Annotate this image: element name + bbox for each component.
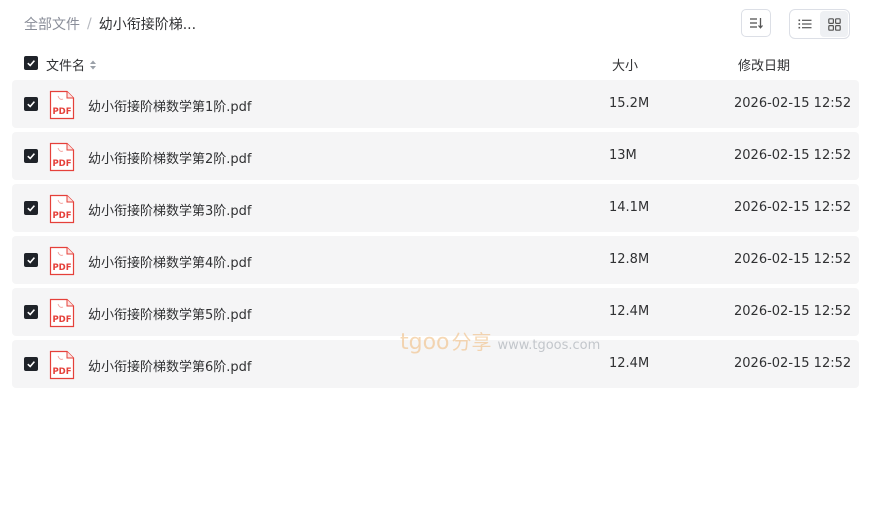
select-all-checkbox[interactable] <box>24 56 38 70</box>
file-modified-date: 2026-02-15 12:52 <box>734 252 852 267</box>
table-row[interactable]: PDF 幼小衔接阶梯数学第4阶.pdf 12.8M 2026-02-15 12:52 <box>12 236 859 284</box>
pdf-icon-label: PDF <box>52 315 71 325</box>
file-name[interactable]: 幼小衔接阶梯数学第1阶.pdf <box>88 96 251 115</box>
pdf-icon: PDF <box>49 350 75 380</box>
pdf-icon-label: PDF <box>52 211 71 221</box>
file-modified-date: 2026-02-15 12:52 <box>734 304 852 319</box>
pdf-icon: PDF <box>49 142 75 172</box>
sort-button[interactable] <box>741 9 771 37</box>
row-checkbox[interactable] <box>24 357 38 371</box>
file-size: 12.4M <box>609 304 650 319</box>
breadcrumb-current-folder: 幼小衔接阶梯... <box>98 17 197 33</box>
breadcrumb-separator: / <box>87 16 92 32</box>
breadcrumb-root-link[interactable]: 全部文件 <box>24 14 80 34</box>
pdf-icon: PDF <box>49 246 75 276</box>
table-row[interactable]: PDF 幼小衔接阶梯数学第3阶.pdf 14.1M 2026-02-15 12:52 <box>12 184 859 232</box>
row-checkbox[interactable] <box>24 201 38 215</box>
file-size: 13M <box>609 148 637 163</box>
list-view-button[interactable] <box>791 11 819 37</box>
pdf-icon-label: PDF <box>52 263 71 273</box>
table-row[interactable]: PDF 幼小衔接阶梯数学第6阶.pdf 12.4M 2026-02-15 12:52 <box>12 340 859 388</box>
checkmark-icon <box>27 361 36 368</box>
checkmark-icon <box>27 309 36 316</box>
checkmark-icon <box>27 153 36 160</box>
table-row[interactable]: PDF 幼小衔接阶梯数学第2阶.pdf 13M 2026-02-15 12:52 <box>12 132 859 180</box>
file-size: 15.2M <box>609 96 650 111</box>
table-header: 文件名 大小 修改日期 <box>12 52 859 76</box>
breadcrumb: 全部文件 / 幼小衔接阶梯... <box>24 14 196 34</box>
column-header-name-label: 文件名 <box>46 59 86 74</box>
row-checkbox[interactable] <box>24 97 38 111</box>
row-checkbox[interactable] <box>24 149 38 163</box>
pdf-icon-label: PDF <box>52 367 71 377</box>
file-modified-date: 2026-02-15 12:52 <box>734 356 852 371</box>
grid-view-button[interactable] <box>820 11 848 37</box>
file-browser: 全部文件 / 幼小衔接阶梯... 文件名 大小 修改日期 PDF 幼小衔接阶梯数… <box>0 0 874 514</box>
grid-view-icon <box>827 17 841 31</box>
pdf-icon-label: PDF <box>52 107 71 117</box>
file-name[interactable]: 幼小衔接阶梯数学第6阶.pdf <box>88 356 251 375</box>
file-modified-date: 2026-02-15 12:52 <box>734 148 852 163</box>
sort-icon <box>750 18 763 29</box>
file-size: 12.4M <box>609 356 650 371</box>
row-checkbox[interactable] <box>24 305 38 319</box>
pdf-icon-label: PDF <box>52 159 71 169</box>
checkmark-icon <box>27 205 36 212</box>
file-name[interactable]: 幼小衔接阶梯数学第2阶.pdf <box>88 148 251 167</box>
row-checkbox[interactable] <box>24 253 38 267</box>
file-name[interactable]: 幼小衔接阶梯数学第5阶.pdf <box>88 304 251 323</box>
column-header-date[interactable]: 修改日期 <box>738 55 790 74</box>
checkmark-icon <box>27 60 36 67</box>
checkmark-icon <box>27 101 36 108</box>
column-header-name[interactable]: 文件名 <box>46 55 97 74</box>
list-view-icon <box>798 19 812 29</box>
sort-caret-icon <box>90 60 97 69</box>
column-header-size[interactable]: 大小 <box>612 55 638 74</box>
file-modified-date: 2026-02-15 12:52 <box>734 200 852 215</box>
file-modified-date: 2026-02-15 12:52 <box>734 96 852 111</box>
pdf-icon: PDF <box>49 90 75 120</box>
file-name[interactable]: 幼小衔接阶梯数学第3阶.pdf <box>88 200 251 219</box>
table-row[interactable]: PDF 幼小衔接阶梯数学第5阶.pdf 12.4M 2026-02-15 12:52 <box>12 288 859 336</box>
table-row[interactable]: PDF 幼小衔接阶梯数学第1阶.pdf 15.2M 2026-02-15 12:52 <box>12 80 859 128</box>
file-size: 14.1M <box>609 200 650 215</box>
pdf-icon: PDF <box>49 298 75 328</box>
view-toggle <box>789 9 850 39</box>
checkmark-icon <box>27 257 36 264</box>
file-name[interactable]: 幼小衔接阶梯数学第4阶.pdf <box>88 252 251 271</box>
pdf-icon: PDF <box>49 194 75 224</box>
file-list: PDF 幼小衔接阶梯数学第1阶.pdf 15.2M 2026-02-15 12:52 P… <box>12 80 859 392</box>
file-size: 12.8M <box>609 252 650 267</box>
